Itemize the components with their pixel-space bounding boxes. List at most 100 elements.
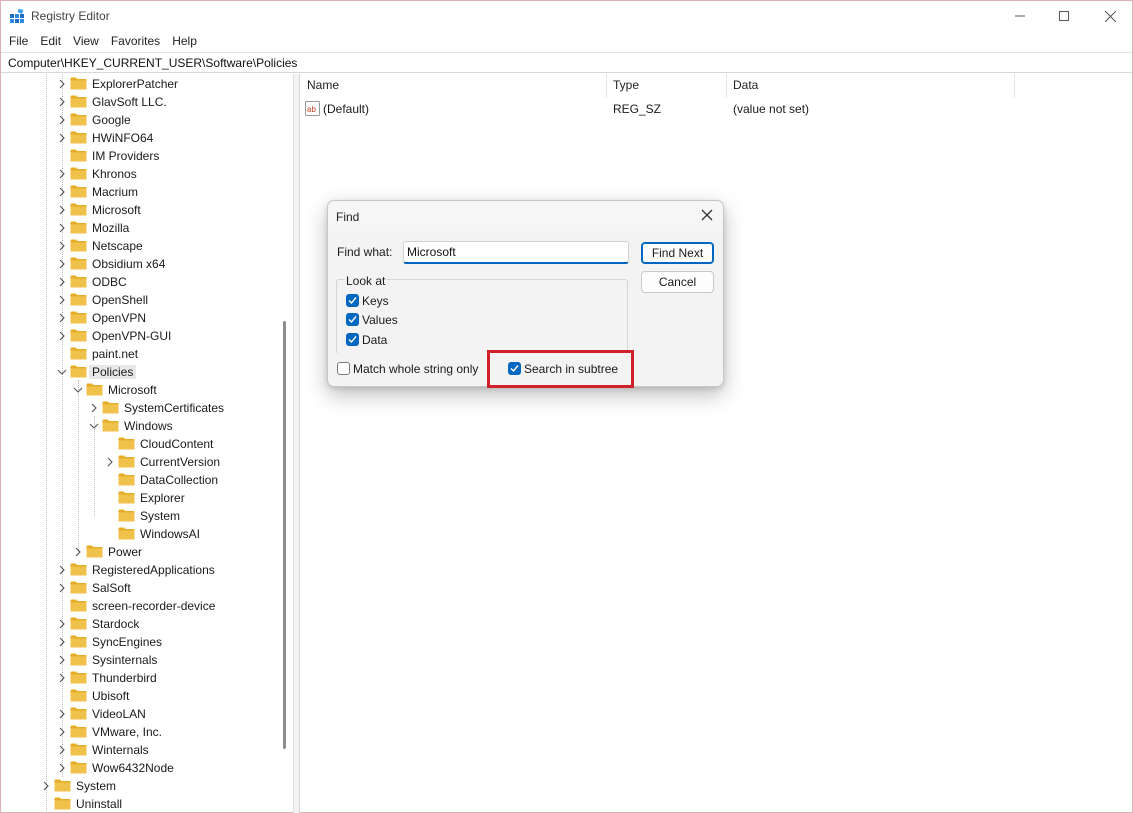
menu-view[interactable]: View: [66, 32, 99, 52]
chevron-right-icon[interactable]: [105, 456, 115, 468]
tree-item[interactable]: System: [1, 507, 277, 525]
tree-item[interactable]: Explorer: [1, 489, 277, 507]
chevron-right-icon[interactable]: [57, 168, 67, 180]
tree-item[interactable]: Macrium: [1, 183, 277, 201]
chevron-right-icon[interactable]: [57, 276, 67, 288]
tree-item[interactable]: Mozilla: [1, 219, 277, 237]
tree-item[interactable]: Obsidium x64: [1, 255, 277, 273]
tree-item[interactable]: WindowsAI: [1, 525, 277, 543]
tree-item[interactable]: ExplorerPatcher: [1, 75, 277, 93]
close-window-button[interactable]: [1087, 1, 1133, 31]
chevron-right-icon[interactable]: [57, 186, 67, 198]
chevron-right-icon[interactable]: [57, 654, 67, 666]
tree-item[interactable]: Policies: [1, 363, 277, 381]
menu-edit[interactable]: Edit: [33, 32, 61, 52]
tree-item[interactable]: SalSoft: [1, 579, 277, 597]
chevron-right-icon[interactable]: [57, 258, 67, 270]
chevron-right-icon[interactable]: [57, 240, 67, 252]
tree-item[interactable]: Wow6432Node: [1, 759, 277, 777]
tree-item[interactable]: screen-recorder-device: [1, 597, 277, 615]
chevron-right-icon[interactable]: [57, 762, 67, 774]
find-what-input[interactable]: [403, 241, 629, 264]
chevron-right-icon[interactable]: [57, 564, 67, 576]
chevron-right-icon[interactable]: [57, 618, 67, 630]
column-header-type[interactable]: Type: [613, 78, 639, 100]
menu-help[interactable]: Help: [165, 32, 197, 52]
chevron-right-icon[interactable]: [57, 96, 67, 108]
tree-item[interactable]: Khronos: [1, 165, 277, 183]
tree-item[interactable]: VMware, Inc.: [1, 723, 277, 741]
tree-item[interactable]: Netscape: [1, 237, 277, 255]
maximize-button[interactable]: [1041, 1, 1087, 31]
match-whole-string-checkbox[interactable]: [337, 362, 350, 375]
chevron-right-icon[interactable]: [57, 330, 67, 342]
chevron-right-icon[interactable]: [41, 780, 51, 792]
tree-item[interactable]: paint.net: [1, 345, 277, 363]
tree-item[interactable]: OpenVPN: [1, 309, 277, 327]
values-checkbox[interactable]: [346, 313, 359, 326]
tree-item[interactable]: System: [1, 777, 277, 795]
chevron-right-icon[interactable]: [57, 294, 67, 306]
chevron-right-icon[interactable]: [57, 672, 67, 684]
tree-item[interactable]: Microsoft: [1, 381, 277, 399]
tree-item[interactable]: Windows: [1, 417, 277, 435]
tree-item[interactable]: Google: [1, 111, 277, 129]
key-tree[interactable]: ExplorerPatcher GlavSoft LLC. Google HWiNFO…: [1, 74, 293, 813]
tree-item[interactable]: OpenShell: [1, 291, 277, 309]
chevron-right-icon[interactable]: [57, 204, 67, 216]
tree-scrollbar[interactable]: [283, 321, 286, 749]
tree-item[interactable]: Winternals: [1, 741, 277, 759]
tree-item[interactable]: IM Providers: [1, 147, 277, 165]
chevron-down-icon[interactable]: [89, 420, 99, 432]
chevron-right-icon[interactable]: [57, 744, 67, 756]
tree-item[interactable]: DataCollection: [1, 471, 277, 489]
tree-item[interactable]: SystemCertificates: [1, 399, 277, 417]
tree-item[interactable]: CurrentVersion: [1, 453, 277, 471]
column-divider[interactable]: [726, 74, 727, 98]
chevron-right-icon[interactable]: [57, 222, 67, 234]
minimize-button[interactable]: [997, 1, 1043, 31]
data-checkbox[interactable]: [346, 333, 359, 346]
column-divider[interactable]: [606, 74, 607, 98]
tree-item[interactable]: SyncEngines: [1, 633, 277, 651]
chevron-right-icon[interactable]: [57, 132, 67, 144]
tree-item[interactable]: RegisteredApplications: [1, 561, 277, 579]
chevron-down-icon[interactable]: [73, 384, 83, 396]
keys-checkbox[interactable]: [346, 294, 359, 307]
tree-item[interactable]: Ubisoft: [1, 687, 277, 705]
chevron-right-icon[interactable]: [57, 78, 67, 90]
menu-file[interactable]: File: [1, 32, 28, 52]
tree-item[interactable]: Microsoft: [1, 201, 277, 219]
tree-item[interactable]: Power: [1, 543, 277, 561]
values-pane[interactable]: Name Type Data ab (Default) REG_SZ (valu…: [300, 74, 1132, 813]
chevron-right-icon[interactable]: [73, 546, 83, 558]
chevron-right-icon[interactable]: [89, 402, 99, 414]
pane-splitter[interactable]: [293, 74, 300, 813]
tree-item[interactable]: ODBC: [1, 273, 277, 291]
find-next-button[interactable]: Find Next: [641, 242, 714, 264]
tree-item[interactable]: VideoLAN: [1, 705, 277, 723]
tree-item[interactable]: GlavSoft LLC.: [1, 93, 277, 111]
cancel-button[interactable]: Cancel: [641, 271, 714, 293]
find-dialog-close-button[interactable]: [699, 207, 715, 223]
column-header-data[interactable]: Data: [733, 78, 758, 100]
find-dialog-titlebar[interactable]: Find: [328, 201, 723, 231]
chevron-right-icon[interactable]: [57, 582, 67, 594]
chevron-right-icon[interactable]: [57, 708, 67, 720]
chevron-right-icon[interactable]: [57, 114, 67, 126]
column-header-name[interactable]: Name: [307, 78, 339, 100]
chevron-down-icon[interactable]: [57, 366, 67, 378]
tree-item[interactable]: HWiNFO64: [1, 129, 277, 147]
chevron-right-icon[interactable]: [57, 312, 67, 324]
tree-item[interactable]: OpenVPN-GUI: [1, 327, 277, 345]
tree-item[interactable]: Uninstall: [1, 795, 277, 813]
column-divider[interactable]: [1014, 74, 1015, 98]
value-row[interactable]: ab (Default) REG_SZ (value not set): [300, 100, 1020, 118]
tree-item[interactable]: Thunderbird: [1, 669, 277, 687]
tree-item[interactable]: CloudContent: [1, 435, 277, 453]
tree-item[interactable]: Stardock: [1, 615, 277, 633]
tree-item[interactable]: Sysinternals: [1, 651, 277, 669]
menu-favorites[interactable]: Favorites: [104, 32, 160, 52]
chevron-right-icon[interactable]: [57, 636, 67, 648]
chevron-right-icon[interactable]: [57, 726, 67, 738]
